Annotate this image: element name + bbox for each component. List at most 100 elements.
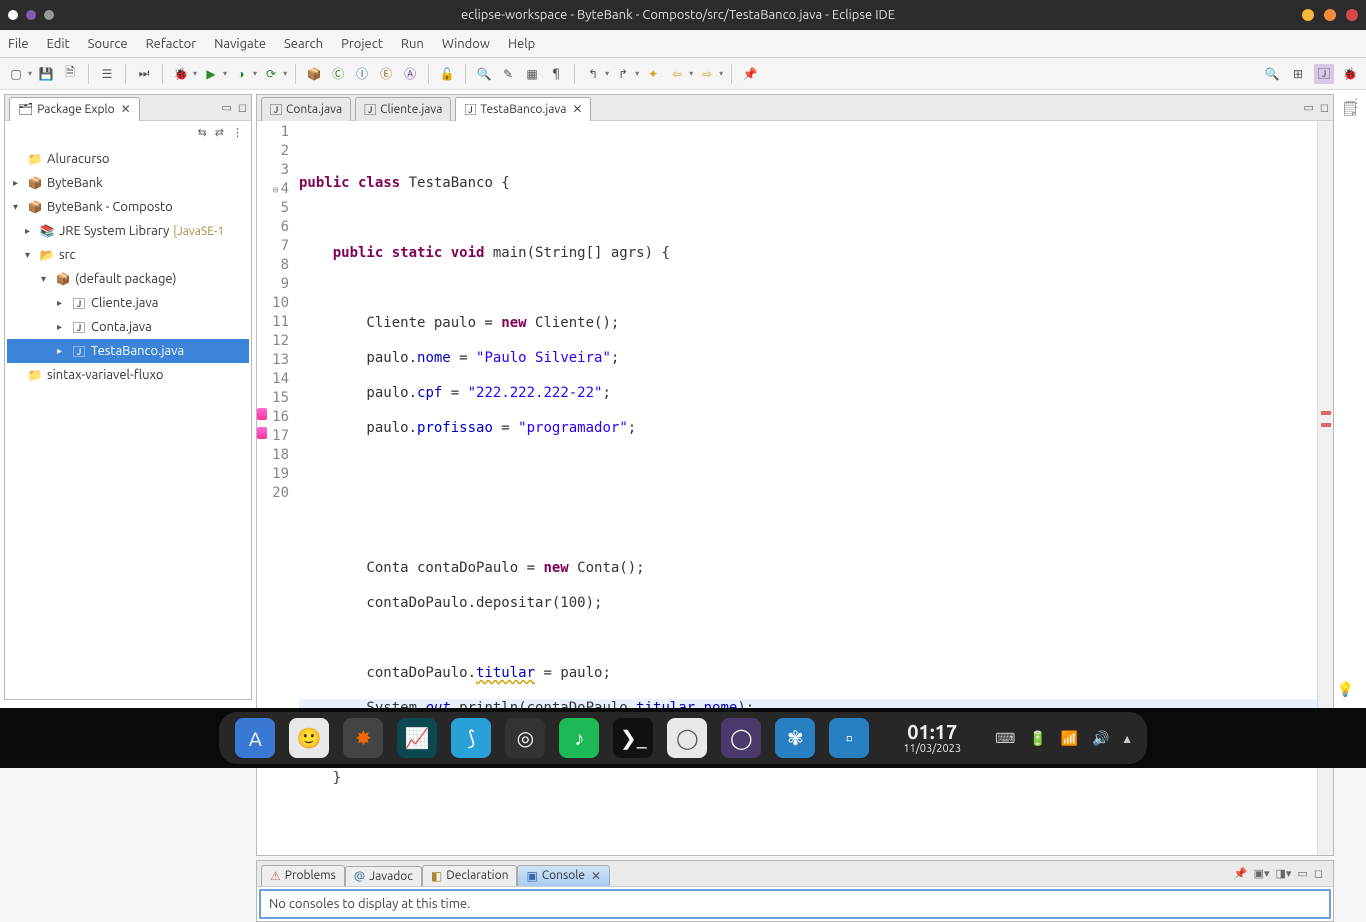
new-class-icon[interactable]: Ⓒ	[328, 64, 348, 84]
keyboard-icon[interactable]: ⌨	[995, 730, 1015, 747]
dock-files-icon[interactable]: 🙂	[289, 718, 329, 758]
link-editor-icon[interactable]: ⇄	[215, 126, 224, 139]
java-perspective-icon[interactable]: 🄹	[1314, 64, 1334, 84]
tree-item[interactable]: ▾📂src	[7, 243, 249, 267]
new-annotation-icon[interactable]: Ⓐ	[400, 64, 420, 84]
tree-item[interactable]: ▾📦ByteBank - Composto	[7, 195, 249, 219]
dock-app-icon[interactable]: ▫	[829, 718, 869, 758]
editor-tab-testabanco[interactable]: 🄹 TestaBanco.java ✕	[455, 97, 591, 121]
tree-item[interactable]: ▸📦ByteBank	[7, 171, 249, 195]
debug-icon[interactable]: 🐞	[171, 64, 191, 84]
package-tree[interactable]: 📁Aluracurso▸📦ByteBank▾📦ByteBank - Compos…	[5, 143, 251, 391]
dock-brave-icon[interactable]: ✸	[343, 718, 383, 758]
dock-eclipse-icon[interactable]: ◯	[667, 718, 707, 758]
dock-app-icon[interactable]: A	[235, 718, 275, 758]
new-icon[interactable]: ▢	[6, 64, 26, 84]
tip-bulb-icon[interactable]: 💡	[1337, 681, 1354, 698]
volume-icon[interactable]: 🔊	[1092, 730, 1109, 747]
dock-eclipse-active-icon[interactable]: ◯	[721, 718, 761, 758]
dock-app-icon[interactable]: ⟆	[451, 718, 491, 758]
declaration-tab[interactable]: ◧Declaration	[422, 865, 518, 886]
menu-source[interactable]: Source	[88, 37, 128, 51]
pin-editor-icon[interactable]: 📌	[740, 64, 760, 84]
close-icon[interactable]: ✕	[572, 102, 582, 116]
new-package-icon[interactable]: 📦	[304, 64, 324, 84]
save-icon[interactable]: 💾	[36, 64, 56, 84]
dock-terminal-icon[interactable]: ❯_	[613, 718, 653, 758]
minimize-view-icon[interactable]: ▭	[1297, 867, 1307, 880]
display-console-icon[interactable]: ▣▾	[1254, 867, 1270, 880]
dock-spotify-icon[interactable]: ♪	[559, 718, 599, 758]
run-last-icon[interactable]: ⟳	[261, 64, 281, 84]
minimize-view-icon[interactable]: ▭	[1303, 101, 1313, 114]
tree-item[interactable]: 📁sintax-variavel-fluxo	[7, 363, 249, 387]
overview-error-icon[interactable]	[1321, 411, 1331, 415]
tree-item[interactable]: ▸📚JRE System Library [JavaSE-1	[7, 219, 249, 243]
package-explorer-tab[interactable]: 🗂 Package Explo ✕	[9, 97, 140, 121]
open-perspective-icon[interactable]: ⊞	[1288, 64, 1308, 84]
chevron-up-icon[interactable]: ▴	[1124, 730, 1131, 747]
run-icon[interactable]: ▶	[201, 64, 221, 84]
tree-item[interactable]: ▸🄹Cliente.java	[7, 291, 249, 315]
menu-run[interactable]: Run	[401, 37, 424, 51]
close-icon[interactable]: ✕	[591, 869, 601, 883]
menu-search[interactable]: Search	[284, 37, 323, 51]
dock-clock[interactable]: 01:17 11/03/2023	[903, 721, 961, 755]
menu-help[interactable]: Help	[508, 37, 535, 51]
menu-window[interactable]: Window	[442, 37, 490, 51]
dock-obs-icon[interactable]: ✾	[775, 718, 815, 758]
maximize-view-icon[interactable]: ◻	[1314, 867, 1323, 880]
dock-settings-icon[interactable]: ◎	[505, 718, 545, 758]
debug-perspective-icon[interactable]: 🐞	[1340, 64, 1360, 84]
back-icon[interactable]: ⇦	[667, 64, 687, 84]
save-all-icon[interactable]: 🗎	[60, 64, 80, 84]
close-button[interactable]	[1346, 9, 1358, 21]
toggle-breadcrumb-icon[interactable]: ☰	[97, 64, 117, 84]
menu-file[interactable]: File	[8, 37, 29, 51]
open-type-icon[interactable]: 🔓	[437, 64, 457, 84]
minimize-button[interactable]	[1302, 9, 1314, 21]
last-edit-icon[interactable]: ✦	[643, 64, 663, 84]
new-enum-icon[interactable]: Ⓔ	[376, 64, 396, 84]
next-annotation-icon[interactable]: ↱	[613, 64, 633, 84]
pin-console-icon[interactable]: 📌	[1234, 867, 1248, 880]
menu-project[interactable]: Project	[341, 37, 383, 51]
console-tab[interactable]: ▣Console✕	[517, 865, 610, 886]
prev-annotation-icon[interactable]: ↰	[583, 64, 603, 84]
error-marker-icon[interactable]	[257, 408, 267, 420]
menu-navigate[interactable]: Navigate	[214, 37, 266, 51]
dock-monitor-icon[interactable]: 📈	[397, 718, 437, 758]
tree-item[interactable]: ▾📦(default package)	[7, 267, 249, 291]
search-icon[interactable]: 🔍	[474, 64, 494, 84]
toggle-mark-icon[interactable]: ✎	[498, 64, 518, 84]
tree-item[interactable]: ▸🄹TestaBanco.java	[7, 339, 249, 363]
problems-tab[interactable]: ⚠Problems	[261, 865, 345, 886]
open-console-icon[interactable]: ◨▾	[1276, 867, 1292, 880]
tree-item[interactable]: ▸🄹Conta.java	[7, 315, 249, 339]
editor-tab-cliente[interactable]: 🄹 Cliente.java	[355, 97, 451, 121]
editor-tab-conta[interactable]: 🄹 Conta.java	[261, 97, 351, 121]
overview-error-icon[interactable]	[1321, 423, 1331, 427]
show-whitespace-icon[interactable]: ¶	[546, 64, 566, 84]
menu-edit[interactable]: Edit	[47, 37, 70, 51]
view-menu-icon[interactable]: ⋮	[232, 126, 243, 139]
collapse-all-icon[interactable]: ⇆	[198, 126, 207, 139]
quick-access-icon[interactable]: 🔍	[1262, 64, 1282, 84]
tree-item[interactable]: 📁Aluracurso	[7, 147, 249, 171]
battery-icon[interactable]: 🔋	[1029, 730, 1046, 747]
coverage-icon[interactable]: ◑	[231, 64, 251, 84]
close-icon[interactable]: ✕	[121, 102, 131, 116]
new-interface-icon[interactable]: Ⓘ	[352, 64, 372, 84]
maximize-view-icon[interactable]: ◻	[238, 101, 247, 114]
wifi-icon[interactable]: 📶	[1061, 730, 1078, 747]
forward-icon[interactable]: ⇨	[697, 64, 717, 84]
maximize-view-icon[interactable]: ◻	[1320, 101, 1329, 114]
maximize-button[interactable]	[1324, 9, 1336, 21]
trim-overflow-icon[interactable]: ⋮	[1350, 96, 1362, 110]
error-marker-icon[interactable]	[257, 427, 267, 439]
minimize-view-icon[interactable]: ▭	[221, 101, 231, 114]
javadoc-tab[interactable]: @Javadoc	[345, 866, 422, 886]
menu-refactor[interactable]: Refactor	[146, 37, 197, 51]
skip-breakpoints-icon[interactable]: ⏭	[134, 64, 154, 84]
toggle-block-icon[interactable]: ▦	[522, 64, 542, 84]
